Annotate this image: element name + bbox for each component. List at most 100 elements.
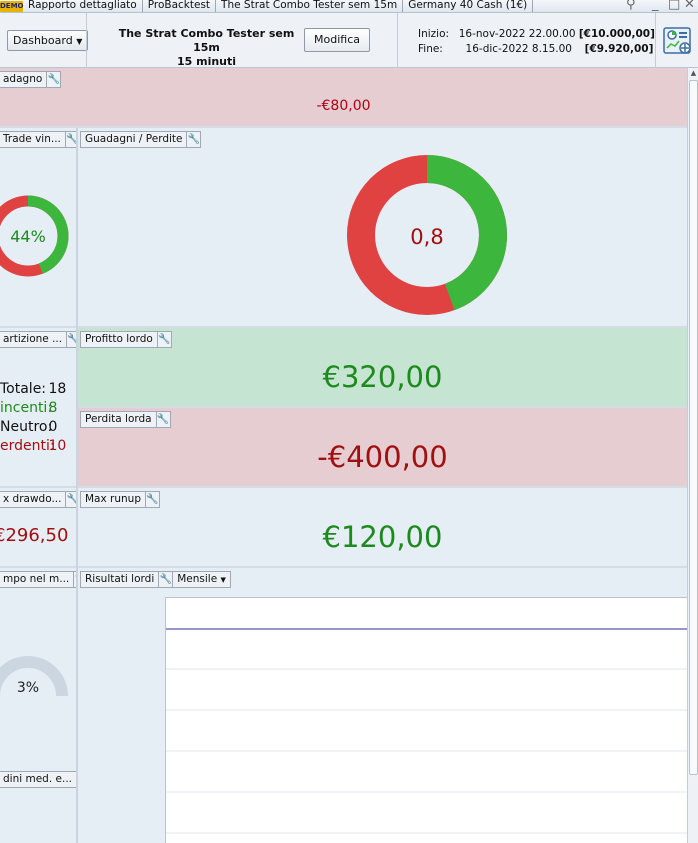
header-divider <box>655 13 656 68</box>
wrench-icon[interactable]: 🔧 <box>64 132 76 147</box>
close-button[interactable]: ✕ <box>684 0 695 11</box>
fine-capital: [€9.920,00] <box>584 43 654 55</box>
tab-probacktest[interactable]: ProBacktest <box>143 0 217 12</box>
widget-label[interactable]: mpo nel m... 🔧 <box>0 571 76 588</box>
stat-label: erdenti: <box>0 438 55 454</box>
trade-vincenti-percent: 44% <box>10 227 46 246</box>
widget-max-drawdown: x drawdo... 🔧 €296,50 <box>0 488 76 568</box>
stat-row-vincenti: incenti: 8 <box>0 399 66 418</box>
tab-instrument[interactable]: Germany 40 Cash (1€) <box>403 0 534 12</box>
widget-risultati-lordi: Risultati lordi 🔧 Mensile ▼ <box>78 568 687 843</box>
header-divider <box>397 13 398 68</box>
period-label: Mensile <box>177 573 218 585</box>
widget-guadagni-perdite: Guadagni / Perdite 🔧 0,8 <box>78 128 687 328</box>
widget-title: dini med. e... <box>3 773 72 785</box>
ripartizione-stats: Totale: 18 incenti: 8 Neutro: 0 erdenti:… <box>0 380 66 456</box>
widget-title: artizione ... <box>3 333 63 345</box>
stat-row-neutro: Neutro: 0 <box>0 418 66 437</box>
tempo-mercato-gauge: 3% <box>0 656 68 697</box>
widget-perdita-lorda: Perdita lorda 🔧 -€400,00 <box>78 408 687 488</box>
tempo-mercato-percent: 3% <box>17 680 39 696</box>
widget-tempo-mercato: mpo nel m... 🔧 3% <box>0 568 76 768</box>
guadagni-perdite-donut: 0,8 <box>347 155 507 315</box>
fine-date: 16-dic-2022 8.15.00 <box>465 43 572 55</box>
scroll-up-icon[interactable]: ▲ <box>689 69 698 78</box>
stat-value: 10 <box>48 438 67 454</box>
widget-guadagno: adagno 🔧 -€80,00 <box>0 68 687 128</box>
maximize-button[interactable]: □ <box>668 0 680 11</box>
wrench-icon[interactable]: 🔧 <box>145 492 159 507</box>
widget-label[interactable]: x drawdo... 🔧 <box>0 491 76 508</box>
profitto-lordo-value: €320,00 <box>322 360 443 394</box>
wrench-icon[interactable]: 🔧 <box>46 72 60 87</box>
report-header: Dashboard ▼ The Strat Combo Tester sem 1… <box>0 13 698 68</box>
widget-title: Max runup <box>85 493 141 505</box>
risultati-chart <box>165 597 687 843</box>
stat-label: Neutro: <box>0 419 53 435</box>
widget-title: Profitto lordo <box>85 333 153 345</box>
widget-title: adagno <box>3 73 43 85</box>
wrench-icon[interactable]: 🔧 <box>158 572 172 587</box>
wrench-icon[interactable]: 🔧 <box>186 132 200 147</box>
widget-label[interactable]: Risultati lordi 🔧 Mensile ▼ <box>80 571 231 588</box>
widget-label[interactable]: artizione ... 🔧 <box>0 331 76 348</box>
widget-trade-vincenti: Trade vin... 🔧 44% <box>0 128 76 328</box>
widget-label[interactable]: adagno 🔧 <box>0 71 62 88</box>
inizio-label: Inizio: <box>418 28 450 40</box>
widget-title: Risultati lordi <box>85 573 155 585</box>
widget-title: mpo nel m... <box>3 573 70 585</box>
date-range: Inizio: 16-nov-2022 22.00.00 [€10.000,00… <box>418 27 655 57</box>
demo-badge: DEMO <box>0 0 24 12</box>
tab-rapporto-dettagliato[interactable]: Rapporto dettagliato <box>23 0 143 12</box>
widget-ordini-medi: dini med. e... 🔧 <box>0 768 76 843</box>
widget-title: Trade vin... <box>3 133 61 145</box>
wrench-icon[interactable]: 🔧 <box>65 492 76 507</box>
risultati-chart-svg <box>166 628 687 834</box>
strategy-title: The Strat Combo Tester sem 15m 15 minuti <box>104 27 309 69</box>
title-bar: DEMO Rapporto dettagliato ProBacktest Th… <box>0 0 698 13</box>
stat-value: 8 <box>48 400 58 416</box>
widget-label[interactable]: Guadagni / Perdite 🔧 <box>80 131 202 148</box>
chevron-down-icon: ▼ <box>220 576 226 584</box>
widget-title: Perdita lorda <box>85 413 152 425</box>
widget-profitto-lordo: Profitto lordo 🔧 €320,00 <box>78 328 687 408</box>
widget-title: x drawdo... <box>3 493 62 505</box>
stat-label: Totale: <box>0 381 47 397</box>
trade-vincenti-donut: 44% <box>0 195 69 277</box>
stat-row-totale: Totale: 18 <box>0 380 66 399</box>
wrench-icon[interactable]: 🔧 <box>66 332 76 347</box>
widget-label[interactable]: dini med. e... 🔧 <box>0 771 76 788</box>
inizio-date: 16-nov-2022 22.00.00 <box>458 28 576 40</box>
widget-max-runup: Max runup 🔧 €120,00 <box>78 488 687 568</box>
tab-strategy[interactable]: The Strat Combo Tester sem 15m <box>216 0 404 12</box>
modifica-button[interactable]: Modifica <box>304 28 370 52</box>
ratio-value: 0,8 <box>410 225 443 249</box>
inizio-capital: [€10.000,00] <box>578 28 655 40</box>
scroll-thumb[interactable] <box>689 80 698 775</box>
stat-row-perdenti: erdenti: 10 <box>0 437 66 456</box>
widget-label[interactable]: Profitto lordo 🔧 <box>80 331 172 348</box>
minimize-button[interactable]: _ <box>652 0 659 11</box>
report-settings-icon[interactable] <box>663 26 693 56</box>
link-icon[interactable]: ⚲ <box>626 0 636 11</box>
guadagno-value: -€80,00 <box>316 98 371 114</box>
vertical-scrollbar[interactable]: ▲ <box>687 68 698 843</box>
dashboard-dropdown[interactable]: Dashboard ▼ <box>7 30 89 51</box>
period-dropdown[interactable]: Mensile ▼ <box>172 572 230 587</box>
max-runup-value: €120,00 <box>322 520 443 554</box>
header-divider <box>86 13 87 68</box>
stat-value: 0 <box>48 419 58 435</box>
widget-label[interactable]: Perdita lorda 🔧 <box>80 411 171 428</box>
dashboard-label: Dashboard <box>13 34 73 47</box>
widget-title: Guadagni / Perdite <box>85 133 183 145</box>
timeframe: 15 minuti <box>176 55 237 68</box>
widget-label[interactable]: Max runup 🔧 <box>80 491 160 508</box>
stat-label: incenti: <box>0 400 53 416</box>
wrench-icon[interactable]: 🔧 <box>155 412 170 427</box>
perdita-lorda-value: -€400,00 <box>317 440 448 474</box>
widget-label[interactable]: Trade vin... 🔧 <box>0 131 76 148</box>
chevron-down-icon: ▼ <box>76 37 83 46</box>
stat-value: 18 <box>48 381 67 397</box>
wrench-icon[interactable]: 🔧 <box>156 332 171 347</box>
fine-label: Fine: <box>418 43 443 55</box>
